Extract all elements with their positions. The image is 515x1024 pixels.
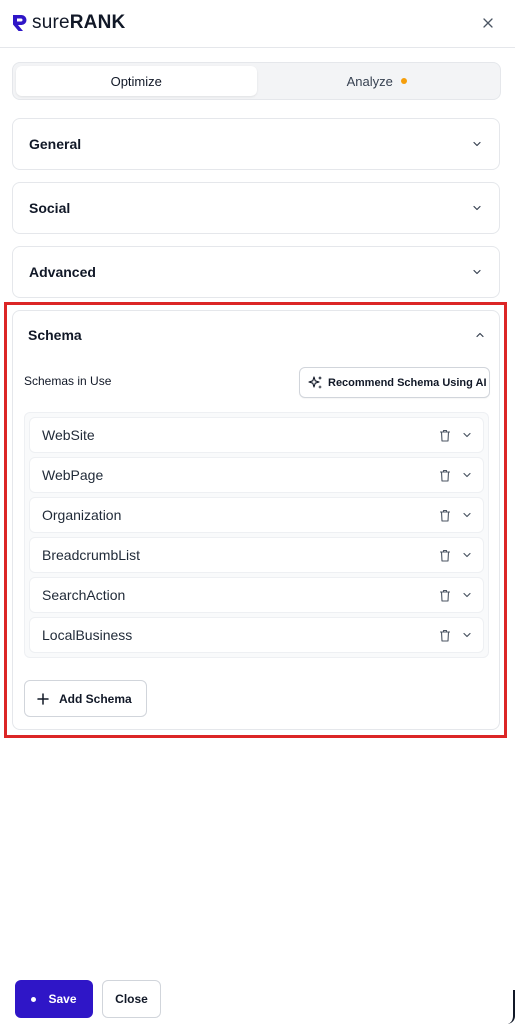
chevron-down-icon[interactable] xyxy=(461,509,473,521)
sparkles-icon xyxy=(308,376,322,389)
trash-icon[interactable] xyxy=(439,589,451,602)
tab-optimize-label: Optimize xyxy=(110,73,162,89)
logo: sureRANK xyxy=(12,12,125,34)
tab-optimize[interactable]: Optimize xyxy=(16,66,257,96)
close-button[interactable]: Close xyxy=(102,980,161,1018)
section-advanced[interactable]: Advanced xyxy=(12,246,500,298)
trash-icon[interactable] xyxy=(439,429,451,442)
schema-row-label: SearchAction xyxy=(42,587,126,603)
section-schema-title: Schema xyxy=(28,327,82,343)
section-social-title: Social xyxy=(29,200,71,216)
window-corner xyxy=(507,990,515,1024)
plus-icon xyxy=(37,692,49,705)
add-schema-label: Add Schema xyxy=(59,691,132,706)
schema-header[interactable]: Schema xyxy=(28,327,486,343)
logo-text: sureRANK xyxy=(32,12,126,33)
trash-icon[interactable] xyxy=(439,629,451,642)
schema-row-label: LocalBusiness xyxy=(42,627,133,643)
chevron-down-icon xyxy=(473,269,481,275)
surerank-logo-icon xyxy=(13,15,27,31)
save-button[interactable]: Save xyxy=(15,980,93,1018)
section-social[interactable]: Social xyxy=(12,182,500,234)
trash-icon[interactable] xyxy=(439,469,451,482)
section-advanced-title: Advanced xyxy=(29,264,96,280)
close-label: Close xyxy=(115,992,148,1006)
tab-analyze-label: Analyze xyxy=(346,73,393,89)
schema-row-organization[interactable]: Organization xyxy=(29,497,484,533)
save-dot-icon xyxy=(31,996,37,1002)
schema-row-label: BreadcrumbList xyxy=(42,547,141,563)
chevron-down-icon[interactable] xyxy=(461,589,473,601)
schema-row-breadcrumblist[interactable]: BreadcrumbList xyxy=(29,537,484,573)
chevron-down-icon[interactable] xyxy=(461,469,473,481)
schema-row-webpage[interactable]: WebPage xyxy=(29,457,484,493)
chevron-down-icon xyxy=(473,205,481,211)
schema-row-localbusiness[interactable]: LocalBusiness xyxy=(29,617,484,653)
chevron-up-icon xyxy=(476,332,484,338)
header: sureRANK xyxy=(0,0,515,48)
tab-bar: Optimize Analyze xyxy=(12,62,501,100)
chevron-down-icon[interactable] xyxy=(461,549,473,561)
section-general[interactable]: General xyxy=(12,118,500,170)
recommend-schema-ai-button[interactable]: Recommend Schema Using AI xyxy=(299,367,490,398)
schema-row-website[interactable]: WebSite xyxy=(29,417,484,453)
schemas-in-use-label: Schemas in Use xyxy=(24,374,112,388)
save-label: Save xyxy=(48,992,77,1006)
close-panel-button[interactable] xyxy=(479,14,497,32)
section-schema: Schema Schemas in Use Recommend Schema U… xyxy=(12,310,500,730)
section-general-title: General xyxy=(29,136,82,152)
schema-row-label: WebPage xyxy=(42,467,104,483)
chevron-down-icon[interactable] xyxy=(461,429,473,441)
chevron-down-icon xyxy=(473,141,481,147)
schema-list: WebSite WebPage Organization BreadcrumbL… xyxy=(24,412,489,658)
schema-row-searchaction[interactable]: SearchAction xyxy=(29,577,484,613)
add-schema-button[interactable]: Add Schema xyxy=(24,680,147,717)
chevron-down-icon[interactable] xyxy=(461,629,473,641)
close-icon xyxy=(483,18,493,28)
trash-icon[interactable] xyxy=(439,509,451,522)
trash-icon[interactable] xyxy=(439,549,451,562)
schema-row-label: Organization xyxy=(42,507,122,523)
recommend-schema-ai-label: Recommend Schema Using AI xyxy=(328,376,487,389)
tab-analyze[interactable]: Analyze xyxy=(257,66,498,96)
analyze-status-dot xyxy=(400,78,407,84)
schema-row-label: WebSite xyxy=(42,427,95,443)
